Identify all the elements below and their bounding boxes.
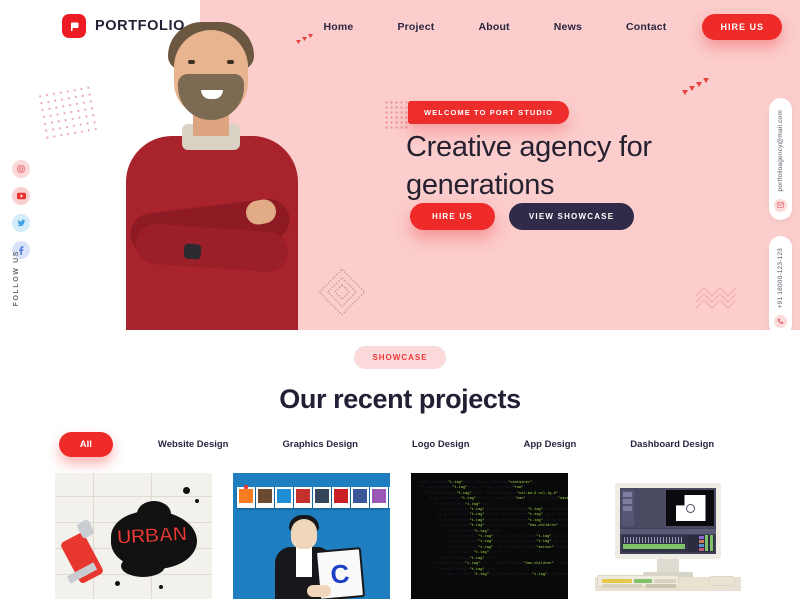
mail-icon: [774, 198, 787, 212]
nav-item-project[interactable]: Project: [375, 21, 456, 33]
logo-text: PORTFOLIO: [95, 18, 185, 34]
welcome-badge: WELCOME TO PORT STUDIO: [408, 101, 570, 124]
hire-us-button[interactable]: HIRE US: [410, 203, 495, 230]
nav-item-news[interactable]: News: [532, 21, 604, 33]
hero-section: PORTFOLIO Home Project About News Contac…: [0, 0, 800, 330]
instagram-icon[interactable]: [12, 160, 30, 178]
copyright-symbol: C: [328, 558, 351, 590]
project-card: "t-attr">class="t-tag"><div "t-attr">cla…: [410, 473, 568, 600]
showcase-section: SHOWCASE Our recent projects All Website…: [0, 330, 800, 600]
nav-item-home[interactable]: Home: [301, 21, 375, 33]
project-thumbnail-urban[interactable]: URBAN: [54, 473, 212, 599]
dot-grid-small-decoration: [384, 100, 410, 130]
twitter-icon[interactable]: [12, 214, 30, 232]
youtube-icon[interactable]: [12, 187, 30, 205]
view-showcase-button[interactable]: VIEW SHOWCASE: [508, 203, 635, 230]
follow-us-label: FOLLOW US: [13, 250, 20, 307]
project-grid: URBAN Project Name: [0, 473, 800, 600]
nav-item-contact[interactable]: Contact: [604, 21, 688, 33]
project-card: C Project Name: [232, 473, 390, 600]
project-thumbnail-workstation[interactable]: [588, 473, 746, 599]
hero-button-group: HIRE US VIEW SHOWCASE: [410, 203, 635, 230]
code-editor-preview: "t-attr">class="t-tag"><div "t-attr">cla…: [410, 473, 568, 599]
filter-app-design[interactable]: App Design: [497, 439, 604, 450]
diamond-outline-decoration: [316, 266, 368, 323]
project-card: Project Name: [588, 473, 746, 600]
urban-graffiti-text: URBAN: [115, 523, 187, 550]
logo[interactable]: PORTFOLIO: [62, 14, 185, 38]
hero-portrait-photo: [96, 0, 326, 330]
arrow-marks-decoration-2: [682, 78, 712, 101]
project-thumbnail-code[interactable]: "t-attr">class="t-tag"><div "t-attr">cla…: [410, 473, 568, 599]
phone-text: +91 18000-123-123: [777, 247, 784, 308]
project-thumbnail-social[interactable]: C: [232, 473, 390, 599]
main-navigation: Home Project About News Contact HIRE US: [301, 14, 782, 40]
zigzag-decoration: [694, 280, 740, 317]
filter-website-design[interactable]: Website Design: [131, 439, 256, 450]
email-contact-pill[interactable]: portfolioagency@mail.com: [769, 98, 792, 220]
showcase-title: Our recent projects: [279, 384, 521, 414]
phone-icon: [774, 314, 787, 328]
filter-dashboard-design[interactable]: Dashboard Design: [603, 439, 741, 450]
flag-icon: [62, 14, 86, 38]
nav-item-about[interactable]: About: [456, 21, 531, 33]
filter-graphics-design[interactable]: Graphics Design: [255, 439, 385, 450]
hero-title: Creative agency for generations: [406, 131, 652, 202]
filter-logo-design[interactable]: Logo Design: [385, 439, 497, 450]
email-text: portfolioagency@mail.com: [777, 110, 784, 192]
showcase-badge[interactable]: SHOWCASE: [354, 346, 446, 369]
phone-contact-pill[interactable]: +91 18000-123-123: [769, 235, 792, 330]
project-card: URBAN Project Name: [54, 473, 212, 600]
hire-us-nav-button[interactable]: HIRE US: [702, 14, 782, 40]
dot-grid-decoration: [36, 83, 102, 143]
contact-rail: portfolioagency@mail.com +91 18000-123-1…: [769, 98, 792, 330]
social-rail: [12, 160, 30, 259]
filter-all[interactable]: All: [58, 432, 113, 457]
project-filter-tabs: All Website Design Graphics Design Logo …: [0, 432, 800, 457]
